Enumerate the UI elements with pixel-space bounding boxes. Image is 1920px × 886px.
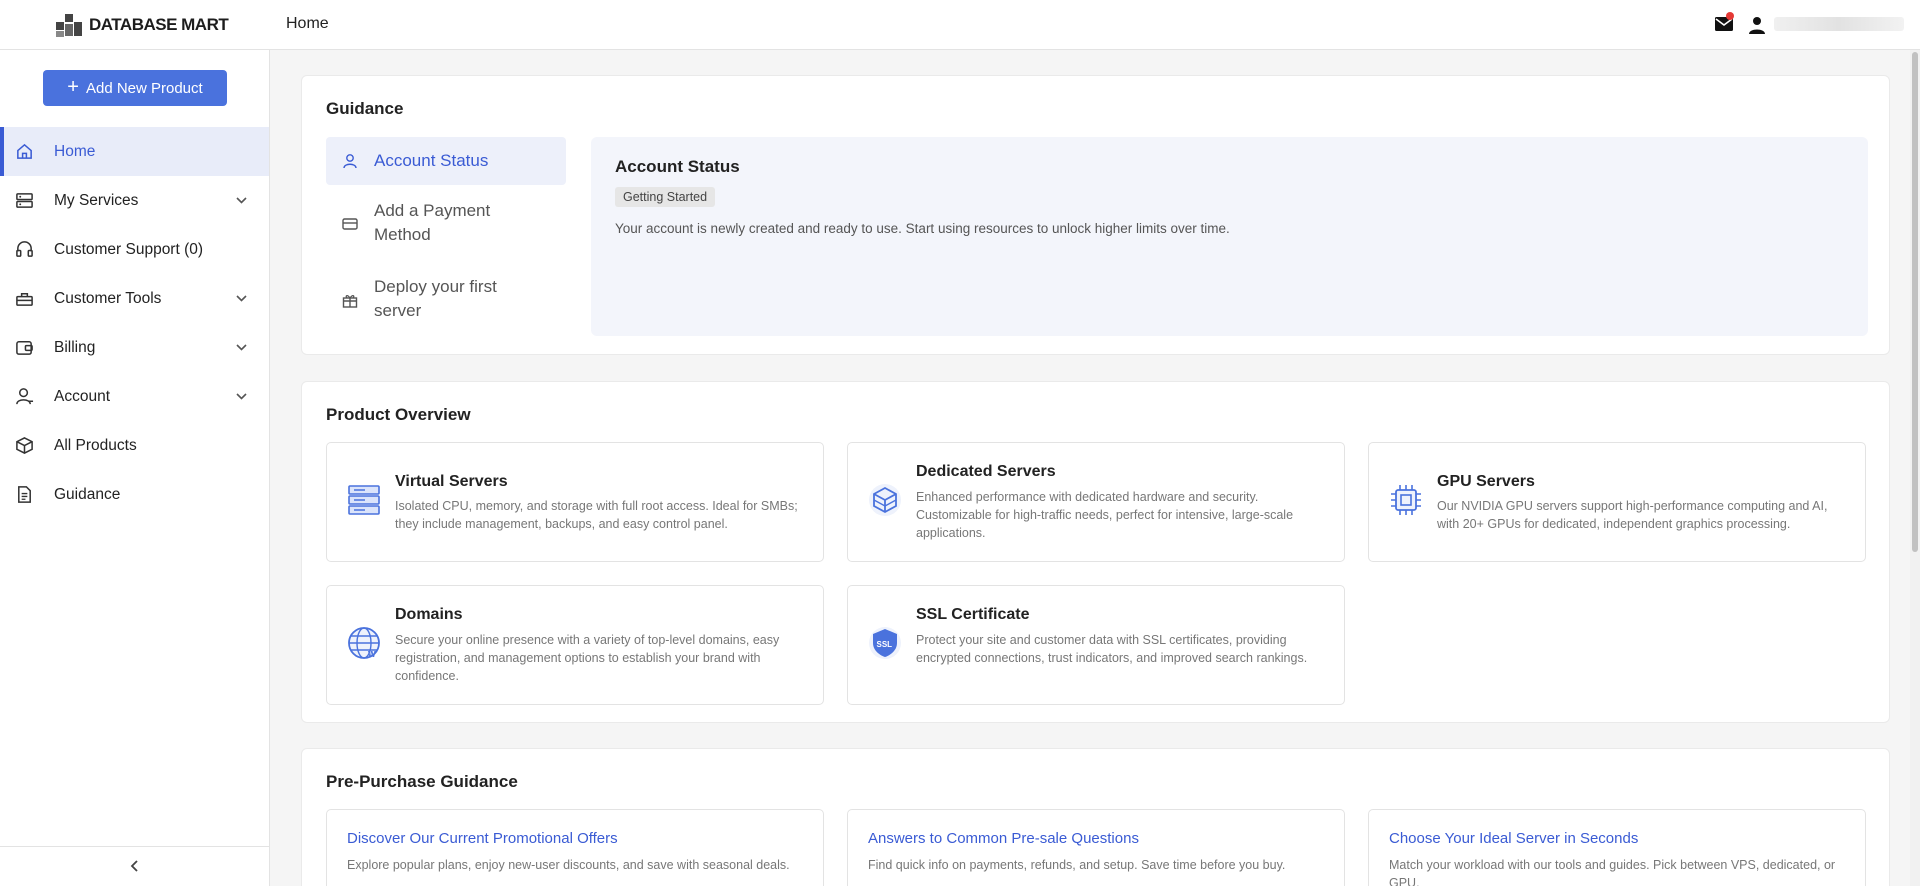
product-description: Our NVIDIA GPU servers support high-perf… <box>1437 499 1828 531</box>
pre-purchase-description: Match your workload with our tools and g… <box>1389 858 1836 886</box>
panel-description: Your account is newly created and ready … <box>615 221 1230 236</box>
product-name: Virtual Servers <box>395 473 508 490</box>
ssl-shield-icon: SSL <box>869 627 901 659</box>
account-status-panel: Account Status Getting Started Your acco… <box>591 137 1868 336</box>
username-redacted[interactable] <box>1774 17 1904 31</box>
product-tile-dedicated-servers[interactable]: Dedicated Servers Enhanced performance w… <box>847 442 1345 562</box>
notification-dot <box>1726 12 1734 20</box>
home-icon <box>17 143 32 159</box>
sidebar-nav: Home My Services Customer Support (0) Cu… <box>0 127 269 519</box>
sidebar-item-billing[interactable]: Billing <box>0 323 269 372</box>
chevron-down-icon[interactable] <box>235 194 248 207</box>
top-header: DATABASE MART Home <box>0 0 1920 50</box>
sidebar-item-account[interactable]: Account <box>0 372 269 421</box>
pre-purchase-description: Explore popular plans, enjoy new-user di… <box>347 858 790 872</box>
pre-purchase-link[interactable]: Choose Your Ideal Server in Seconds <box>1389 830 1638 847</box>
pre-purchase-item-faq[interactable]: Answers to Common Pre-sale Questions Fin… <box>847 809 1345 886</box>
product-overview-card: Product Overview Virtual Servers Isolate… <box>301 381 1890 723</box>
product-description: Isolated CPU, memory, and storage with f… <box>395 499 798 531</box>
logo-text: DATABASE MART <box>89 15 229 34</box>
pre-purchase-link[interactable]: Discover Our Current Promotional Offers <box>347 830 618 847</box>
sidebar-item-customer-tools[interactable]: Customer Tools <box>0 274 269 323</box>
product-description: Secure your online presence with a varie… <box>395 633 780 683</box>
guidance-step-deploy-server[interactable]: Deploy your first server <box>326 275 566 331</box>
headset-icon <box>16 241 33 257</box>
guidance-step-label: Account Status <box>374 151 489 170</box>
chevron-down-icon[interactable] <box>235 341 248 354</box>
globe-icon: W <box>348 627 380 659</box>
pre-purchase-title: Pre-Purchase Guidance <box>326 772 518 791</box>
guidance-step-label: Deploy your first server <box>374 277 497 320</box>
server-stack-icon <box>348 485 380 515</box>
sidebar-item-label: Customer Support (0) <box>54 240 204 258</box>
guidance-step-label: Add a Payment Method <box>374 201 491 244</box>
guidance-step-payment-method[interactable]: Add a Payment Method <box>326 199 566 255</box>
user-icon <box>16 388 34 405</box>
pre-purchase-link[interactable]: Answers to Common Pre-sale Questions <box>868 830 1139 847</box>
sidebar-item-label: Home <box>54 142 96 160</box>
plus-icon: + <box>67 76 79 98</box>
credit-card-icon <box>342 218 358 230</box>
chip-icon <box>1391 485 1421 515</box>
box-icon <box>16 437 33 454</box>
status-badge: Getting Started <box>615 187 716 207</box>
sidebar-item-label: Customer Tools <box>54 289 162 307</box>
product-name: Domains <box>395 606 463 623</box>
product-description: Protect your site and customer data with… <box>916 633 1308 665</box>
product-name: Dedicated Servers <box>916 463 1056 480</box>
product-name: SSL Certificate <box>916 606 1030 623</box>
product-description: Enhanced performance with dedicated hard… <box>916 490 1294 540</box>
svg-text:W: W <box>368 650 376 659</box>
guidance-step-account-status[interactable]: Account Status <box>326 137 566 185</box>
product-tile-gpu-servers[interactable]: GPU Servers Our NVIDIA GPU servers suppo… <box>1368 442 1866 562</box>
server-icon <box>16 193 33 208</box>
sidebar-item-label: My Services <box>54 191 139 209</box>
page-title: Home <box>286 15 329 32</box>
sidebar-item-my-services[interactable]: My Services <box>0 176 269 225</box>
sidebar-item-label: Billing <box>54 338 96 356</box>
person-icon <box>343 154 357 169</box>
add-new-product-label: Add New Product <box>85 79 203 97</box>
logo[interactable]: DATABASE MART <box>55 12 229 38</box>
sidebar-item-guidance[interactable]: Guidance <box>0 470 269 519</box>
pre-purchase-description: Find quick info on payments, refunds, an… <box>868 858 1286 872</box>
panel-title: Account Status <box>615 157 740 176</box>
chevron-left-icon <box>130 860 138 872</box>
sidebar-item-label: All Products <box>54 436 137 454</box>
product-tile-ssl-certificate[interactable]: SSL SSL Certificate Protect your site an… <box>847 585 1345 705</box>
sidebar-item-label: Guidance <box>54 485 121 503</box>
pre-purchase-item-promotions[interactable]: Discover Our Current Promotional Offers … <box>326 809 824 886</box>
product-overview-title: Product Overview <box>326 405 471 424</box>
guidance-card: Guidance Account Status Add a Payment Me… <box>301 75 1890 355</box>
chevron-down-icon[interactable] <box>235 390 248 403</box>
chevron-down-icon[interactable] <box>235 292 248 305</box>
pre-purchase-card: Pre-Purchase Guidance Discover Our Curre… <box>301 748 1890 886</box>
sidebar-item-label: Account <box>54 387 111 405</box>
scrollbar-thumb[interactable] <box>1912 52 1918 552</box>
sidebar-item-all-products[interactable]: All Products <box>0 421 269 470</box>
gift-icon <box>342 295 358 308</box>
document-icon <box>18 486 31 503</box>
sidebar-item-customer-support[interactable]: Customer Support (0) <box>0 225 269 274</box>
sidebar: + Add New Product Home My Services Custo… <box>0 50 270 886</box>
sidebar-collapse-toggle[interactable] <box>0 846 269 886</box>
cube-icon <box>869 484 901 516</box>
guidance-title: Guidance <box>326 99 404 118</box>
product-tile-virtual-servers[interactable]: Virtual Servers Isolated CPU, memory, an… <box>326 442 824 562</box>
sidebar-item-home[interactable]: Home <box>0 127 269 176</box>
logo-mark-icon <box>56 14 82 37</box>
page-scrollbar[interactable] <box>1910 50 1920 886</box>
svg-text:SSL: SSL <box>877 640 893 649</box>
toolbox-icon <box>16 292 33 306</box>
pre-purchase-item-server-chooser[interactable]: Choose Your Ideal Server in Seconds Matc… <box>1368 809 1866 886</box>
wallet-icon <box>16 341 33 355</box>
add-new-product-button[interactable]: + Add New Product <box>43 70 227 106</box>
product-name: GPU Servers <box>1437 473 1535 490</box>
product-tile-domains[interactable]: W Domains Secure your online presence wi… <box>326 585 824 705</box>
user-icon[interactable] <box>1748 16 1766 34</box>
